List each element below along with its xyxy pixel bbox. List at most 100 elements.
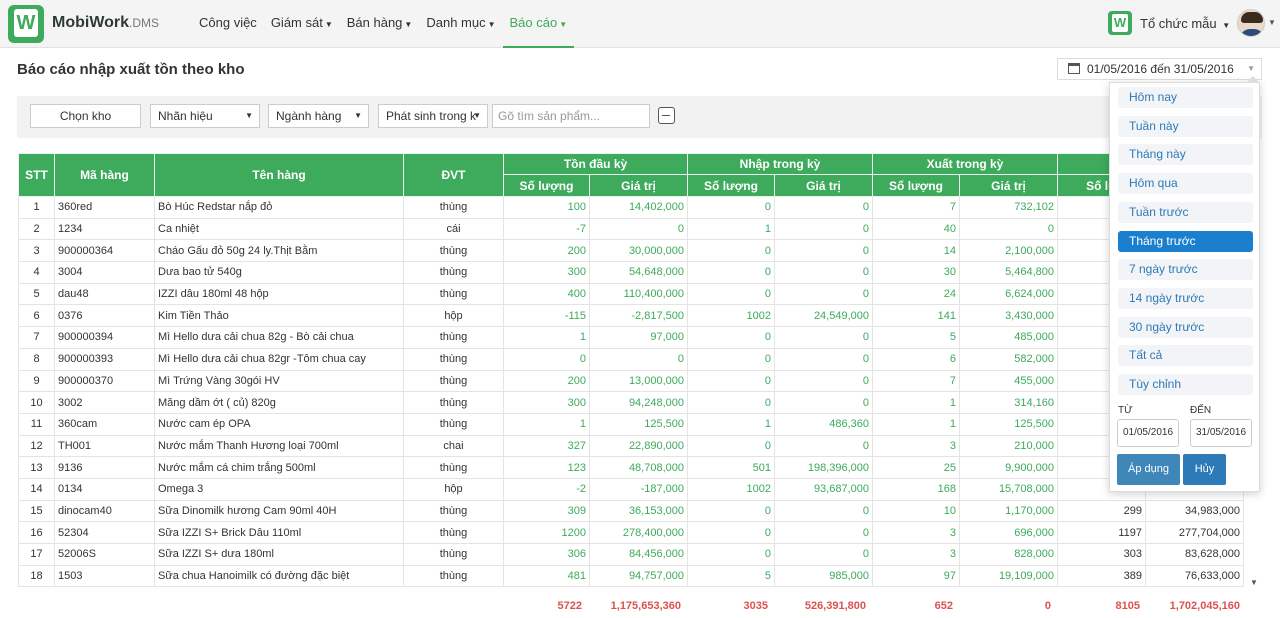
category-select[interactable]: Ngành hàng ▼ [268,104,369,128]
table-row[interactable]: 4 3004 Dưa bao tử 540g thùng 300 54,648,000 0 0… [18,261,1244,284]
range-option-8[interactable]: 30 ngày trước [1118,316,1253,338]
table-row[interactable]: 2 1234 Ca nhiệt cái -7 0 1 0 40 0 [18,217,1244,241]
apply-button[interactable]: Áp dụng [1117,454,1180,485]
cell-oq: 327 [503,434,590,458]
cell-iv: 0 [774,217,873,241]
nav-item-1[interactable]: Giám sát ▼ [264,0,340,48]
to-date-input[interactable]: 31/05/2016 [1190,419,1252,447]
cell-iv: 0 [774,196,873,219]
cell-iv: 24,549,000 [774,304,873,328]
header-stt: STT [18,153,55,197]
chevron-down-icon[interactable]: ▼ [1268,18,1276,27]
table-row[interactable]: 17 52006S Sữa IZZI S+ dưa 180ml thùng 306 84,… [18,543,1244,566]
total-import-qty: 3035 [743,600,768,612]
range-option-2[interactable]: Tháng này [1118,144,1253,166]
chevron-down-icon: ▼ [404,20,413,29]
from-date-input[interactable]: 01/05/2016 [1117,419,1179,447]
nav-item-2[interactable]: Bán hàng ▼ [340,0,420,48]
cell-ov: 48,708,000 [589,456,688,479]
product-search-input[interactable]: Gõ tìm sản phẩm... [492,104,650,128]
scroll-down-icon[interactable]: ▼ [1250,578,1258,587]
table-row[interactable]: 9 900000370 Mì Trứng Vàng 30gói HV thùng 200… [18,369,1244,393]
collapse-minus-icon[interactable] [658,107,675,124]
table-row[interactable]: 13 9136 Nước mắm cá chim trắng 500ml thùng 1… [18,456,1244,479]
org-selector[interactable]: Tổ chức mẫu ▼ [1140,16,1230,31]
inventory-table: STT Mã hàng Tên hàng ĐVT Tồn đầu kỳ Nhập… [18,153,1244,588]
chevron-down-icon: ▼ [559,20,568,29]
cell-iv: 486,360 [774,412,873,436]
table-row[interactable]: 7 900000394 Mì Hello dưa cải chua 82g - Bò… [18,326,1244,349]
range-option-10[interactable]: Tùy chỉnh [1118,374,1253,395]
range-option-9[interactable]: Tất cả [1118,345,1253,367]
header-opening: Tồn đầu kỳ [503,153,688,175]
calendar-icon [1068,63,1080,74]
nav-item-0[interactable]: Công việc [192,0,264,48]
cell-ov: 0 [589,217,688,241]
range-option-0[interactable]: Hôm nay [1118,87,1253,108]
avatar-body [1240,29,1264,36]
cell-stt: 11 [18,412,55,436]
cell-name: Sữa chua Hanoimilk có đường đặc biệt [154,564,404,588]
range-option-4[interactable]: Tuần trước [1118,201,1253,223]
cell-stt: 6 [18,304,55,328]
brand-suffix: .DMS [129,16,160,30]
chevron-down-icon: ▼ [324,20,333,29]
table-row[interactable]: 3 900000364 Cháo Gấu đỏ 50g 24 ly.Thịt Bằm… [18,239,1244,263]
range-option-3[interactable]: Hôm qua [1118,173,1253,195]
cell-stt: 3 [18,239,55,263]
brand-select[interactable]: Nhãn hiệu ▼ [150,104,260,128]
cell-iv: 0 [774,434,873,458]
cell-iv: 198,396,000 [774,456,873,479]
header-export: Xuất trong kỳ [872,153,1058,175]
cell-iq: 0 [687,499,775,523]
table-row[interactable]: 10 3002 Măng dầm ớt ( củ) 820g thùng 300 94,2… [18,391,1244,414]
table-row[interactable]: 18 1503 Sữa chua Hanoimilk có đường đặc bi… [18,564,1244,588]
cell-ev: 582,000 [959,347,1058,371]
range-option-5[interactable]: Tháng trước [1118,230,1253,252]
table-row[interactable]: 5 dau48 IZZI dâu 180ml 48 hộp thùng 400 110,4… [18,282,1244,306]
cell-name: Sữa IZZI S+ dưa 180ml [154,543,404,566]
table-row[interactable]: 1 360red Bò Húc Redstar nắp đỏ thùng 100 14,4… [18,196,1244,219]
date-range-dropdown: TỪ ĐẾN 01/05/2016 31/05/2016 Áp dụng Hủy… [1109,76,1260,492]
cell-eq: 3 [872,521,960,544]
cell-stt: 16 [18,521,55,544]
cell-ev: 3,430,000 [959,304,1058,328]
nav-item-3[interactable]: Danh mục ▼ [419,0,502,48]
table-row[interactable]: 14 0134 Omega 3 hộp -2 -187,000 1002 93,687,000… [18,477,1244,501]
cell-iv: 0 [774,391,873,414]
cell-code: 52304 [54,521,155,544]
range-option-7[interactable]: 14 ngày trước [1118,287,1253,309]
cell-eq: 1 [872,412,960,436]
date-range-picker[interactable]: 01/05/2016 đến 31/05/2016 ▼ [1057,58,1262,80]
cell-iq: 1 [687,217,775,241]
range-option-1[interactable]: Tuần này [1118,115,1253,137]
table-row[interactable]: 6 0376 Kim Tiền Thảo hộp -115 -2,817,500 1002 2… [18,304,1244,328]
cell-oq: 400 [503,282,590,306]
cell-code: 360cam [54,412,155,436]
cell-code: 360red [54,196,155,219]
table-row[interactable]: 11 360cam Nước cam ép OPA thùng 1 125,500 1 486… [18,412,1244,436]
nav-item-4[interactable]: Báo cáo ▼ [502,0,575,48]
cell-unit: thùng [403,521,504,544]
table-row[interactable]: 15 dinocam40 Sữa Dinomilk hương Cam 90ml 4… [18,499,1244,523]
brand-name: MobiWork.DMS [52,14,159,32]
table-row[interactable]: 16 52304 Sữa IZZI S+ Brick Dâu 110ml thùng 1… [18,521,1244,544]
app-logo[interactable]: W [8,5,44,43]
brand-main: MobiWork [52,14,130,31]
table-row[interactable]: 8 900000393 Mì Hello dưa cải chua 82gr -Tô… [18,347,1244,371]
period-select[interactable]: Phát sinh trong k ▼ [378,104,488,128]
cell-name: Mì Trứng Vàng 30gói HV [154,369,404,393]
cell-eq: 30 [872,261,960,284]
cell-iv: 0 [774,261,873,284]
cell-ev: 485,000 [959,326,1058,349]
avatar[interactable] [1237,9,1265,37]
cell-name: Mì Hello dưa cải chua 82gr -Tôm chua cay [154,347,404,371]
cell-ov: 22,890,000 [589,434,688,458]
choose-warehouse-button[interactable]: Chọn kho [30,104,141,128]
cell-code: dinocam40 [54,499,155,523]
cell-code: 3002 [54,391,155,414]
cell-stt: 5 [18,282,55,306]
table-row[interactable]: 12 TH001 Nước mắm Thanh Hương loại 700ml ch… [18,434,1244,458]
range-option-6[interactable]: 7 ngày trước [1118,259,1253,281]
cancel-button[interactable]: Hủy [1183,454,1226,485]
